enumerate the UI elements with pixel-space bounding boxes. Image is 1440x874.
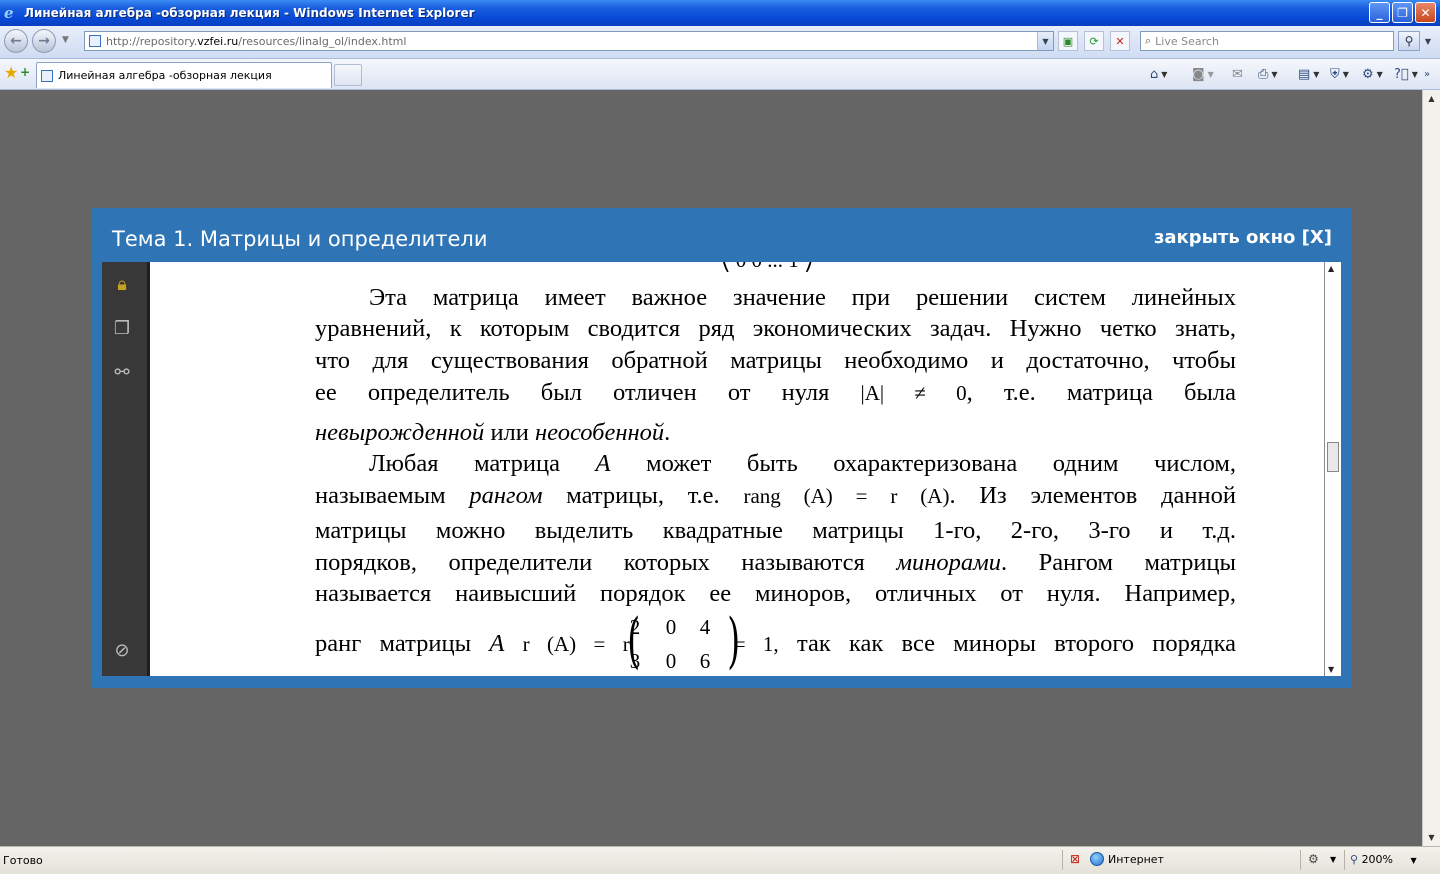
zoom-icon: ⚲ <box>1350 853 1359 866</box>
text-line: порядков, определители которых называютс… <box>315 549 1236 576</box>
status-text: Готово <box>3 854 43 867</box>
scroll-down-icon[interactable]: ▼ <box>1425 831 1438 844</box>
gear-icon: ⚙ <box>1362 66 1374 82</box>
feeds-button[interactable]: ◙ ▼ <box>1192 65 1214 83</box>
tab-label: Линейная алгебра -обзорная лекция <box>58 69 272 82</box>
text-line: что для существования обратной матрицы н… <box>315 347 1236 374</box>
magnifier-icon: ⚲ <box>1404 34 1414 48</box>
scroll-up-icon[interactable]: ▲ <box>1425 92 1438 105</box>
shield-icon: ⛨ <box>1330 66 1340 82</box>
minimize-button[interactable]: _ <box>1369 2 1390 23</box>
text-line: называемым рангом матрицы, т.е. rang (A)… <box>315 482 1236 509</box>
back-button[interactable]: ← <box>4 29 28 53</box>
refresh-button[interactable]: ⟳ <box>1084 31 1104 51</box>
help-menu-button[interactable]: ?⃝ ▼ <box>1394 65 1418 83</box>
tab-bar: ★ + Линейная алгебра -обзорная лекция ⌂ ▼… <box>0 59 1440 90</box>
pdf-scroll-thumb[interactable] <box>1327 442 1339 472</box>
back-arrow-icon: ← <box>10 33 22 49</box>
ie-logo-icon: e <box>4 4 14 22</box>
matrix-tail: ⎝ 0 0 ... 1 ⎠ <box>720 262 815 273</box>
url-text: http://repository.vzfei.ru/resources/lin… <box>106 34 407 48</box>
page-scrollbar[interactable]: ▲ ▼ <box>1422 90 1440 846</box>
help-icon: ?⃝ <box>1394 66 1409 82</box>
stop-button[interactable]: ✕ <box>1110 31 1130 51</box>
protected-mode-icon[interactable]: ⚙ <box>1308 852 1319 866</box>
new-tab-button[interactable] <box>334 64 362 86</box>
safety-menu-button[interactable]: ⛨ ▼ <box>1330 65 1349 83</box>
binoculars-icon[interactable]: ⚯ <box>111 362 133 384</box>
printer-icon: ⎙ <box>1258 66 1269 82</box>
modal-title: Тема 1. Матрицы и определители <box>112 227 488 251</box>
zoom-control[interactable]: ⚲ 200% ▼ <box>1350 853 1417 866</box>
text-line: Любая матрица A может быть охарактеризов… <box>369 450 1237 477</box>
add-favorites-icon[interactable]: + <box>20 65 30 79</box>
pdf-sidebar: 🔒︎ ❐ ⚯ ⊘ <box>102 262 150 676</box>
pdf-viewer: 🔒︎ ❐ ⚯ ⊘ ⎝ 0 0 ... 1 ⎠ Эта матрица имеет… <box>102 262 1341 676</box>
rank-example-formula: r (A) = r <box>522 632 630 656</box>
text-line: называется наивысший порядок ее миноров,… <box>315 580 1236 607</box>
determinant-formula: |A| ≠ 0 <box>860 381 967 405</box>
toolbar-chevron[interactable]: » <box>1424 65 1430 83</box>
text-line: уравнений, к которым сводится ряд эконом… <box>315 315 1236 342</box>
search-engine-icon: ⌕ <box>1145 34 1152 47</box>
rss-icon: ◙ <box>1192 66 1205 82</box>
zoom-dropdown-icon: ▼ <box>1410 856 1417 865</box>
forward-button[interactable]: → <box>32 29 56 53</box>
search-placeholder: Live Search <box>1155 34 1219 48</box>
rank-formula: rang (A) = r (A) <box>743 484 950 508</box>
tools-menu-button[interactable]: ⚙ ▼ <box>1362 65 1383 83</box>
text-line: ее определитель был отличен от нуля |A| … <box>315 379 1236 406</box>
address-input[interactable]: http://repository.vzfei.ru/resources/lin… <box>84 31 1054 51</box>
globe-icon <box>1090 852 1104 866</box>
close-modal-link[interactable]: закрыть окно [X] <box>1154 227 1332 248</box>
zoom-level: 200% <box>1361 853 1394 866</box>
address-dropdown-icon[interactable]: ▼ <box>1037 32 1053 50</box>
status-bar: Готово ⊠ Интернет ⚙ ▼ ⚲ 200% ▼ <box>0 846 1440 874</box>
search-input[interactable]: ⌕ Live Search <box>1140 31 1394 51</box>
pdf-scroll-up-icon[interactable]: ▲ <box>1328 264 1334 273</box>
window-title-bar: e Линейная алгебра -обзорная лекция - Wi… <box>0 0 1440 26</box>
text-line: ранг матрицы A r (A) = r ( 2 0 4 3 0 6 )… <box>315 606 1237 676</box>
lock-icon[interactable]: 🔒︎ <box>111 274 133 296</box>
address-toolbar: ← → ▼ http://repository.vzfei.ru/resourc… <box>0 26 1440 59</box>
page-menu-icon: ▤ <box>1298 66 1311 82</box>
page-icon <box>89 35 101 47</box>
favorites-star-icon[interactable]: ★ <box>4 63 18 82</box>
search-options-dropdown[interactable]: ▼ <box>1421 31 1435 51</box>
pdf-scroll-down-icon[interactable]: ▼ <box>1328 665 1334 674</box>
tab-page-icon <box>41 69 53 82</box>
close-window-button[interactable]: ✕ <box>1415 2 1436 23</box>
paperclip-icon[interactable]: ⊘ <box>111 640 133 662</box>
recent-pages-dropdown[interactable]: ▼ <box>62 35 69 45</box>
forward-arrow-icon: → <box>38 33 50 49</box>
text-line: невырожденной или неособенной. <box>315 419 671 446</box>
compatibility-icon[interactable]: ▣ <box>1058 31 1078 51</box>
pages-icon[interactable]: ❐ <box>111 318 133 340</box>
mail-button[interactable]: ✉ <box>1232 65 1243 83</box>
text-line: матрицы можно выделить квадратные матриц… <box>315 517 1236 544</box>
pdf-scrollbar[interactable]: ▲ ▼ <box>1324 262 1341 676</box>
security-zone[interactable]: Интернет <box>1090 852 1164 866</box>
lecture-modal: Тема 1. Матрицы и определители закрыть о… <box>92 208 1352 688</box>
print-button[interactable]: ⎙ ▼ <box>1258 65 1278 83</box>
home-icon: ⌂ <box>1150 66 1159 82</box>
example-matrix: ( 2 0 4 3 0 6 ) <box>626 606 740 676</box>
window-title: Линейная алгебра -обзорная лекция - Wind… <box>24 6 475 20</box>
mail-icon: ✉ <box>1232 66 1243 82</box>
protected-mode-dropdown[interactable]: ▼ <box>1330 855 1336 864</box>
maximize-button[interactable]: ❐ <box>1392 2 1413 23</box>
chevron-right-icon: » <box>1424 68 1431 80</box>
page-menu-button[interactable]: ▤ ▼ <box>1298 65 1319 83</box>
pdf-page-text: ⎝ 0 0 ... 1 ⎠ Эта матрица имеет важное з… <box>315 262 1236 676</box>
popup-blocked-icon[interactable]: ⊠ <box>1070 852 1080 866</box>
tab-active[interactable]: Линейная алгебра -обзорная лекция <box>36 62 332 88</box>
home-button[interactable]: ⌂ ▼ <box>1150 65 1167 83</box>
search-button[interactable]: ⚲ <box>1398 31 1420 51</box>
text-line: Эта матрица имеет важное значение при ре… <box>369 284 1236 311</box>
